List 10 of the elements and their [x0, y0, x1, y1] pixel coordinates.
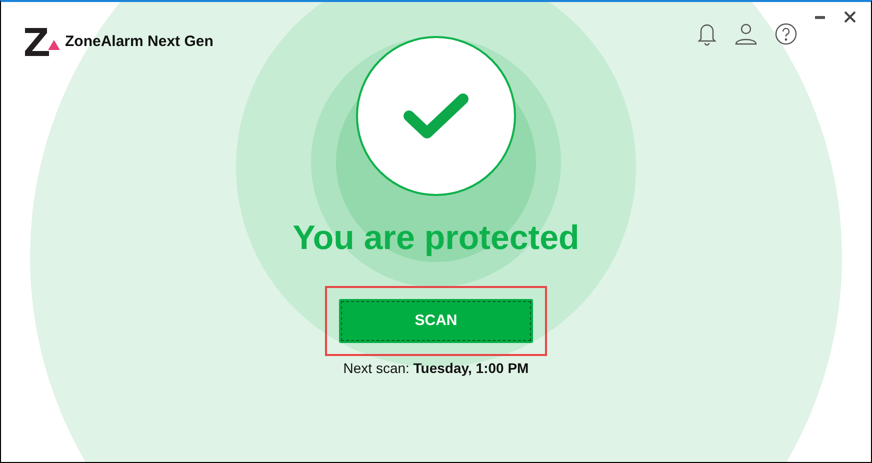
scan-button[interactable]: SCAN: [339, 299, 533, 343]
help-icon[interactable]: [775, 23, 797, 45]
app-title: ZoneAlarm Next Gen: [65, 32, 214, 52]
notification-bell-icon[interactable]: [697, 22, 717, 46]
status-message: You are protected: [292, 218, 580, 258]
checkmark-icon: [402, 91, 470, 141]
next-scan-text: Next scan: Tuesday, 1:00 PM: [343, 359, 529, 378]
user-icon[interactable]: [735, 23, 757, 45]
logo-icon: [25, 28, 61, 56]
close-button[interactable]: [843, 10, 857, 24]
